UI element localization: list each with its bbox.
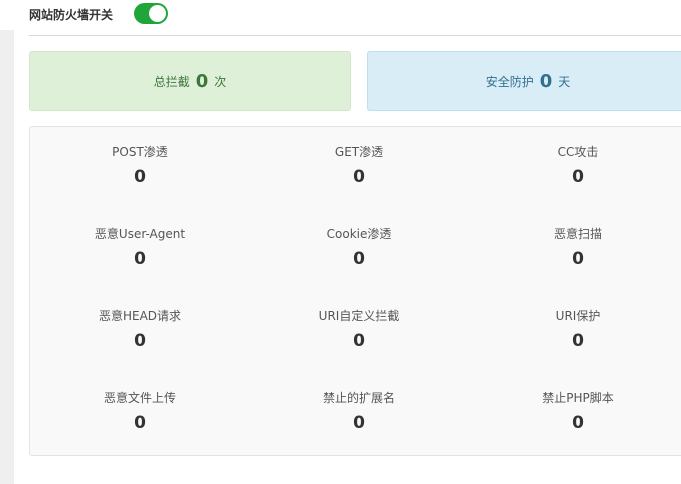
stat-name: Cookie渗透 bbox=[326, 227, 392, 241]
toggle-knob bbox=[149, 5, 166, 22]
stat-malicious-scan: 恶意扫描 0 bbox=[468, 226, 681, 269]
stat-name: 禁止PHP脚本 bbox=[542, 391, 614, 405]
left-panel-edge bbox=[0, 30, 14, 484]
stat-name: 恶意文件上传 bbox=[103, 391, 176, 405]
stat-name: POST渗透 bbox=[112, 145, 168, 159]
stat-value: 0 bbox=[353, 249, 365, 269]
safe-protection-days: 0 bbox=[539, 70, 553, 92]
stat-name: 恶意HEAD请求 bbox=[98, 309, 182, 323]
stat-value: 0 bbox=[572, 249, 584, 269]
stat-name: CC攻击 bbox=[557, 145, 599, 159]
stat-value: 0 bbox=[134, 167, 146, 187]
stat-cc-attack: CC攻击 0 bbox=[468, 144, 681, 187]
stat-post-injection: POST渗透 0 bbox=[30, 144, 250, 187]
safe-protection-label: 安全防护 bbox=[485, 74, 534, 89]
stat-value: 0 bbox=[134, 331, 146, 351]
total-blocked-count: 0 bbox=[195, 70, 209, 92]
stat-name: 禁止的扩展名 bbox=[322, 391, 395, 405]
stat-name: 恶意扫描 bbox=[553, 227, 602, 241]
stat-get-injection: GET渗透 0 bbox=[249, 144, 469, 187]
stat-value: 0 bbox=[572, 331, 584, 351]
stat-name: URI保护 bbox=[555, 309, 601, 323]
stat-uri-custom-block: URI自定义拦截 0 bbox=[249, 308, 469, 351]
stat-malicious-upload: 恶意文件上传 0 bbox=[30, 390, 250, 433]
stat-cookie-injection: Cookie渗透 0 bbox=[249, 226, 469, 269]
safe-protection-unit: 天 bbox=[558, 74, 571, 89]
firewall-switch-label: 网站防火墙开关 bbox=[29, 8, 114, 22]
total-blocked-label: 总拦截 bbox=[153, 74, 190, 89]
stat-value: 0 bbox=[134, 249, 146, 269]
stat-malicious-user-agent: 恶意User-Agent 0 bbox=[30, 226, 250, 269]
stat-value: 0 bbox=[572, 413, 584, 433]
safe-protection-card: 安全防护 0 天 bbox=[367, 51, 681, 111]
stat-name: GET渗透 bbox=[334, 145, 384, 159]
firewall-header: 网站防火墙开关 bbox=[29, 0, 681, 36]
stat-name: URI自定义拦截 bbox=[318, 309, 400, 323]
stat-forbidden-php: 禁止PHP脚本 0 bbox=[468, 390, 681, 433]
firewall-toggle[interactable] bbox=[134, 3, 168, 24]
stat-forbidden-extensions: 禁止的扩展名 0 bbox=[249, 390, 469, 433]
attack-stats-panel: POST渗透 0 GET渗透 0 CC攻击 0 恶意User-Agent 0 C… bbox=[29, 126, 681, 456]
stat-value: 0 bbox=[353, 331, 365, 351]
total-blocked-card: 总拦截 0 次 bbox=[29, 51, 351, 111]
stat-value: 0 bbox=[353, 413, 365, 433]
stat-value: 0 bbox=[134, 413, 146, 433]
stat-uri-protection: URI保护 0 bbox=[468, 308, 681, 351]
stat-value: 0 bbox=[353, 167, 365, 187]
total-blocked-unit: 次 bbox=[214, 74, 227, 89]
stat-value: 0 bbox=[572, 167, 584, 187]
stat-malicious-head: 恶意HEAD请求 0 bbox=[30, 308, 250, 351]
stat-name: 恶意User-Agent bbox=[94, 227, 186, 241]
